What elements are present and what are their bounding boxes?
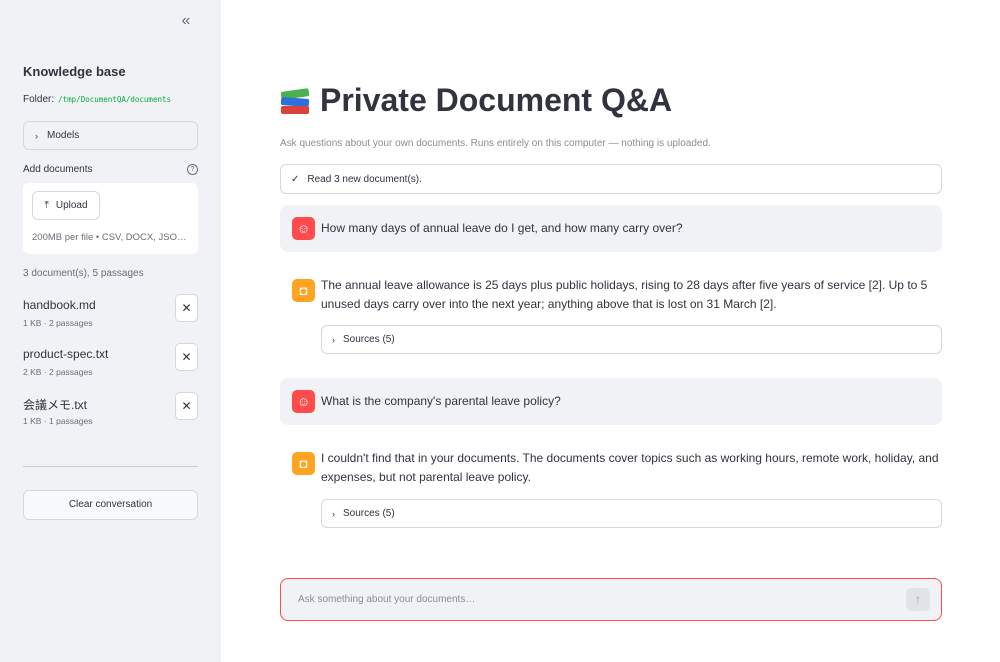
upload-hint: 200MB per file • CSV, DOCX, JSON, HTML, … <box>32 232 192 243</box>
chevron-right-icon: › <box>332 334 335 345</box>
robot-avatar-icon: ◘ <box>292 279 315 302</box>
folder-label: Folder: <box>23 94 55 105</box>
sidebar-title: Knowledge base <box>23 64 126 79</box>
books-icon <box>280 86 310 116</box>
remove-document-button[interactable]: ✕ <box>175 343 198 371</box>
document-name: handbook.md <box>23 298 96 312</box>
document-item: 会議メモ.txt 1 KB · 1 passages ✕ <box>23 392 198 432</box>
sources-expander[interactable]: › Sources (5) <box>321 325 942 354</box>
file-uploader: ⤒ Upload 200MB per file • CSV, DOCX, JSO… <box>23 183 198 254</box>
main-area: Private Document Q&A Ask questions about… <box>221 0 1000 662</box>
user-avatar-icon: ☺ <box>292 390 315 413</box>
document-item: handbook.md 1 KB · 2 passages ✕ <box>23 294 198 334</box>
clear-conversation-button[interactable]: Clear conversation <box>23 490 198 520</box>
document-name: 会議メモ.txt <box>23 398 88 412</box>
message-text: I couldn't find that in your documents. … <box>321 451 939 484</box>
document-item: product-spec.txt 2 KB · 2 passages ✕ <box>23 343 198 383</box>
page-title-text: Private Document Q&A <box>320 82 673 118</box>
assistant-message: ◘ I couldn't find that in your documents… <box>280 449 942 529</box>
document-name: product-spec.txt <box>23 347 109 361</box>
folder-row: Folder:/tmp/DocumentQA/documents <box>23 94 171 105</box>
sources-label: Sources (5) <box>343 508 395 519</box>
chat-input[interactable] <box>298 579 898 620</box>
help-icon[interactable]: ? <box>187 164 198 175</box>
chevron-right-icon: › <box>35 130 38 141</box>
status-expander[interactable]: ✓ Read 3 new document(s). <box>280 164 942 194</box>
remove-document-button[interactable]: ✕ <box>175 294 198 322</box>
sources-expander[interactable]: › Sources (5) <box>321 499 942 528</box>
user-avatar-icon: ☺ <box>292 217 315 240</box>
chevron-right-icon: › <box>332 508 335 519</box>
add-documents-label: Add documents <box>23 164 93 175</box>
upload-icon: ⤒ <box>44 200 49 211</box>
send-arrow-up-icon[interactable]: ↑ <box>906 588 930 611</box>
page-subtitle: Ask questions about your own documents. … <box>280 138 711 149</box>
sources-label: Sources (5) <box>343 334 395 345</box>
models-expander[interactable]: › Models <box>23 121 198 150</box>
robot-avatar-icon: ◘ <box>292 452 315 475</box>
page-title: Private Document Q&A <box>280 82 672 119</box>
folder-path: /tmp/DocumentQA/documents <box>58 95 172 104</box>
message-text: How many days of annual leave do I get, … <box>321 221 683 235</box>
upload-button[interactable]: ⤒ Upload <box>32 191 100 220</box>
models-label: Models <box>47 130 80 141</box>
check-icon: ✓ <box>291 173 300 185</box>
user-message: ☺ What is the company's parental leave p… <box>280 378 942 425</box>
document-count: 3 document(s), 5 passages <box>23 268 144 279</box>
document-meta: 1 KB · 2 passages <box>23 318 93 328</box>
message-text: The annual leave allowance is 25 days pl… <box>321 278 928 311</box>
upload-label: Upload <box>55 200 88 211</box>
document-meta: 2 KB · 2 passages <box>23 367 93 377</box>
sidebar: « Knowledge base Folder:/tmp/DocumentQA/… <box>0 0 221 662</box>
user-message: ☺ How many days of annual leave do I get… <box>280 205 942 252</box>
message-text: What is the company's parental leave pol… <box>321 394 561 408</box>
document-meta: 1 KB · 1 passages <box>23 416 93 426</box>
assistant-message: ◘ The annual leave allowance is 25 days … <box>280 276 942 356</box>
chat-input-container: ↑ <box>280 578 942 621</box>
collapse-sidebar-icon[interactable]: « <box>177 12 195 30</box>
status-text: Read 3 new document(s). <box>307 173 422 185</box>
remove-document-button[interactable]: ✕ <box>175 392 198 420</box>
sidebar-divider <box>23 466 198 467</box>
